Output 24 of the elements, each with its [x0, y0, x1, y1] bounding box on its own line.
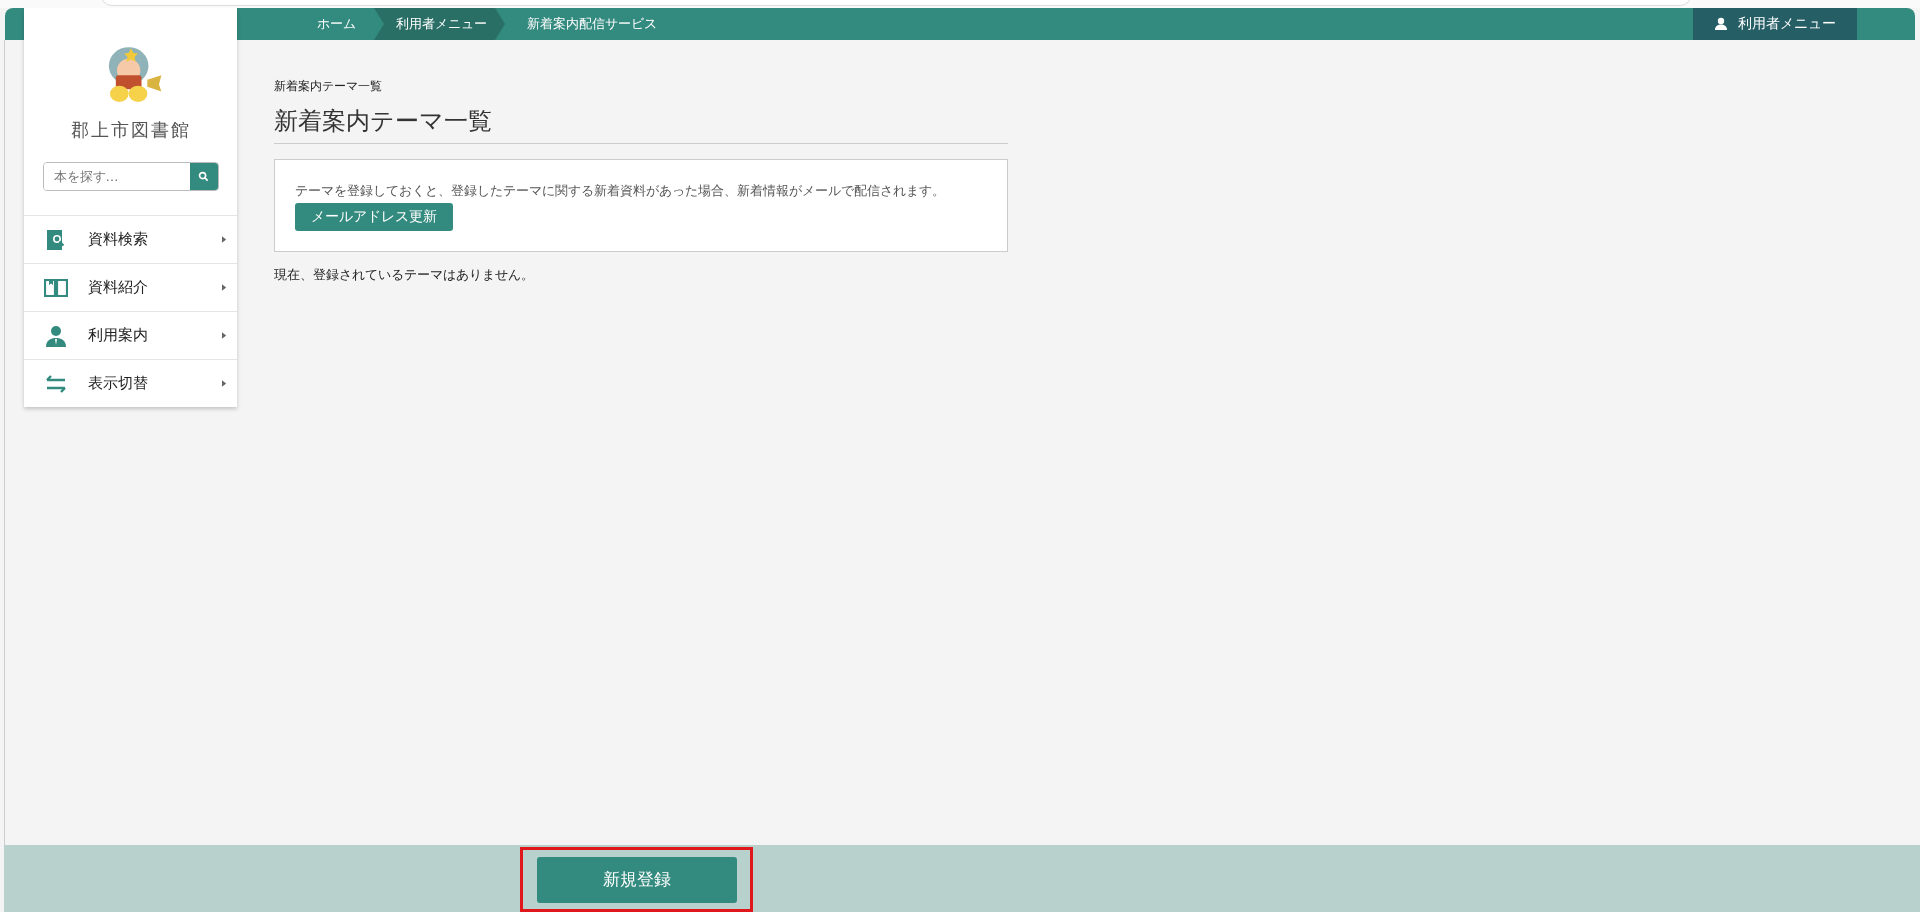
sidebar-menu-item[interactable]: 表示切替	[24, 359, 237, 407]
user-menu-button[interactable]: 利用者メニュー	[1693, 8, 1857, 40]
breadcrumb-link[interactable]: 新着案内配信サービス	[505, 8, 675, 40]
sidebar-menu-item[interactable]: 資料検索	[24, 215, 237, 263]
library-name: 郡上市図書館	[70, 118, 191, 142]
breadcrumb-link[interactable]: ホーム	[295, 8, 374, 40]
caret-icon	[222, 236, 227, 243]
search-icon	[198, 171, 209, 182]
sidebar-menu-item[interactable]: 利用案内	[24, 311, 237, 359]
new-registration-button[interactable]: 新規登録	[536, 856, 737, 903]
page-subtitle: 新着案内テーマ一覧	[274, 78, 383, 95]
search-field[interactable]: 本を探す…	[42, 162, 219, 191]
caret-icon	[222, 380, 227, 387]
notice-text: テーマを登録しておくと、登録したテーマに関する新着資料があった場合、新着情報がメールで配信されます。	[295, 182, 946, 199]
update-email-button[interactable]: メールアドレス更新	[295, 203, 453, 231]
caret-icon	[222, 284, 227, 291]
search-button[interactable]	[189, 163, 218, 190]
user-icon	[1714, 17, 1728, 31]
breadcrumb-link[interactable]: 利用者メニュー	[374, 8, 505, 40]
person-icon	[44, 323, 68, 348]
caret-icon	[222, 332, 227, 339]
empty-message: 現在、登録されているテーマはありません。	[274, 266, 535, 284]
sidebar-menu-item[interactable]: 資料紹介	[24, 263, 237, 311]
page-title: 新着案内テーマ一覧	[274, 105, 1008, 144]
